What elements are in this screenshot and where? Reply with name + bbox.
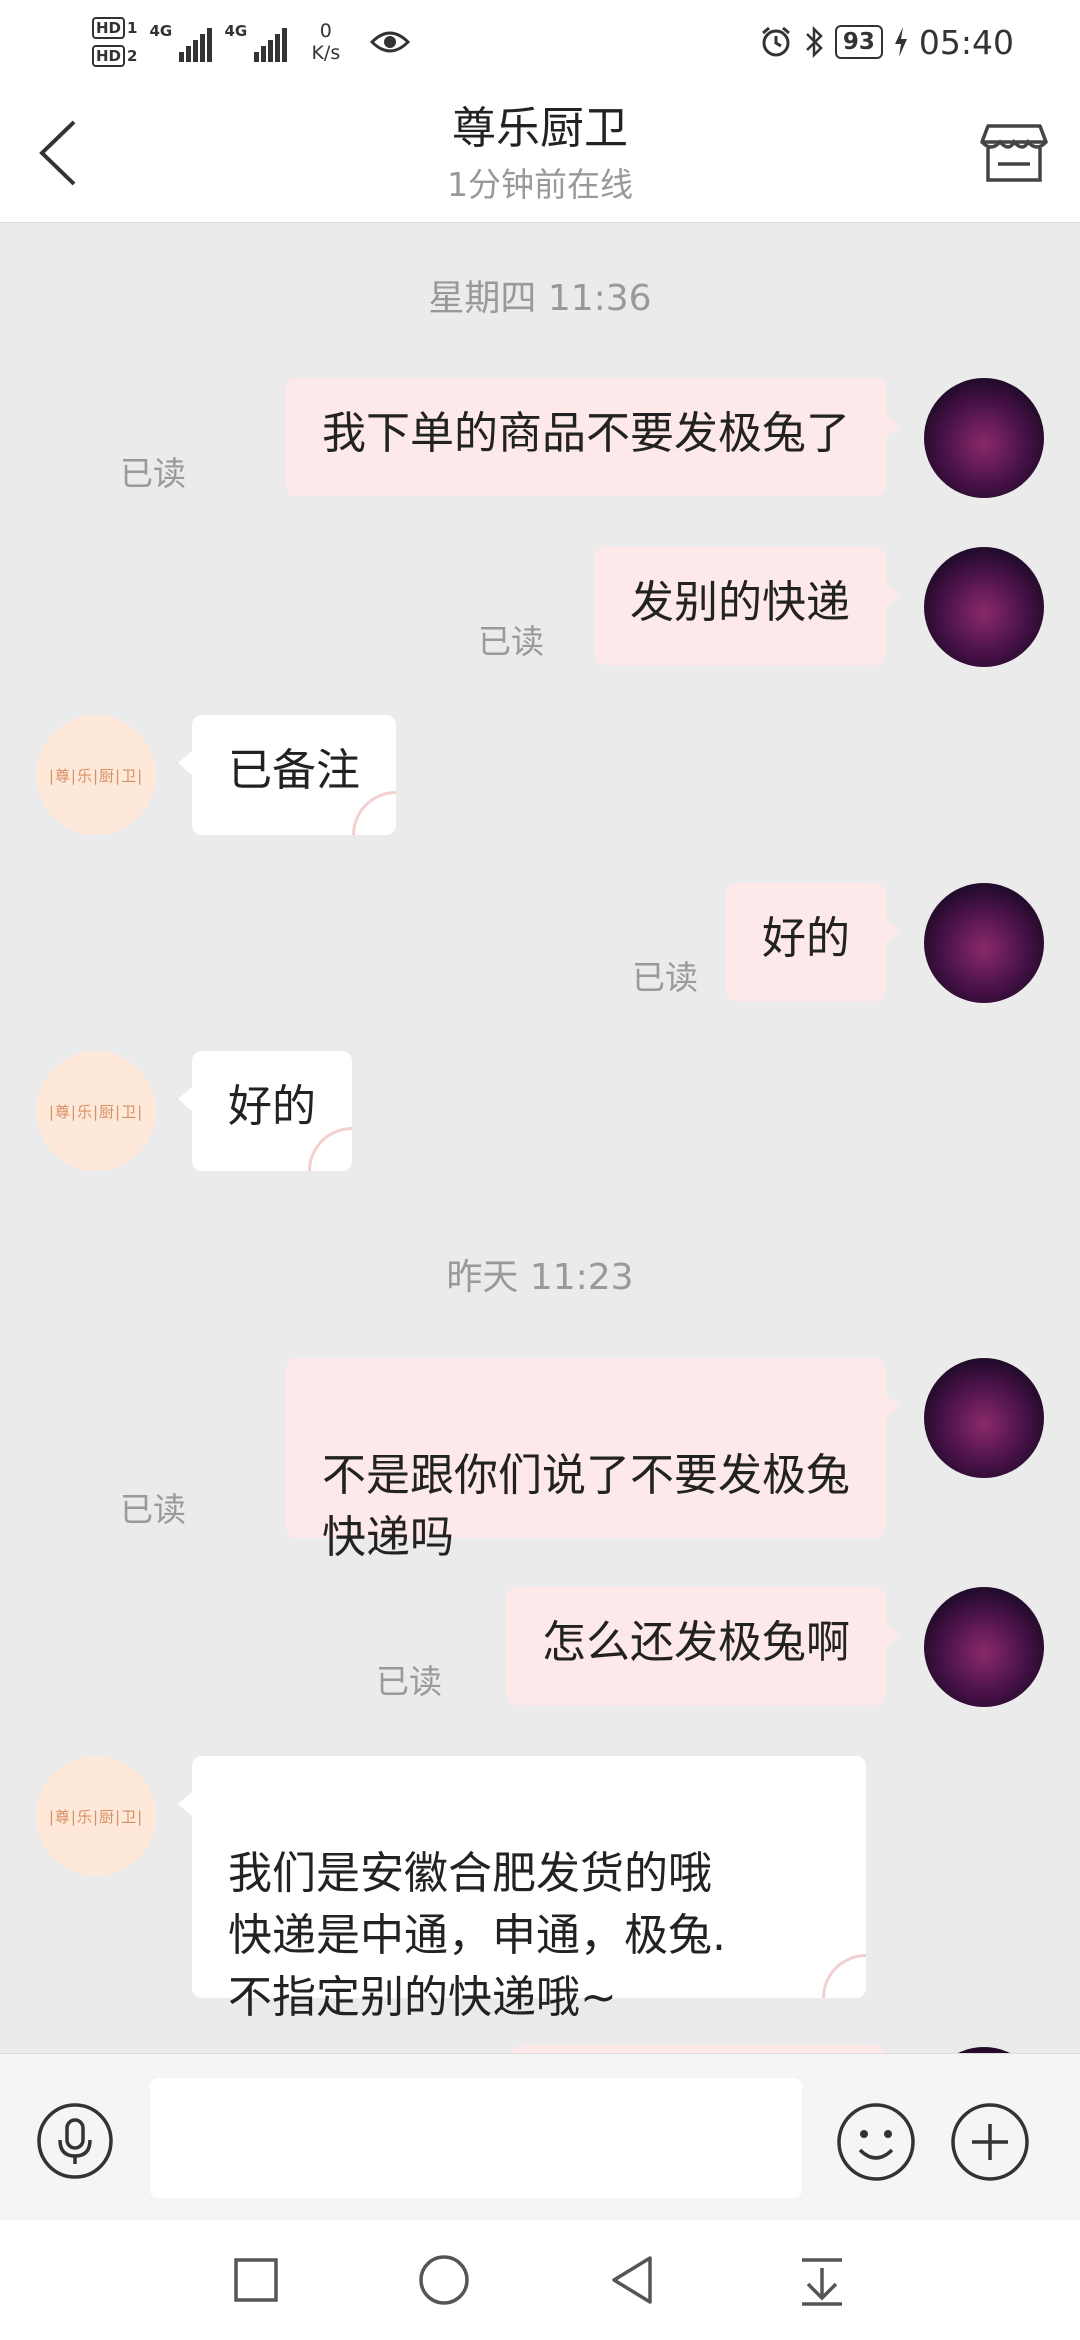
triangle-back-icon[interactable] [604,2252,660,2308]
battery-level: 93 [834,25,883,59]
timestamp: 星期四 11:36 [428,278,652,319]
user-avatar[interactable] [924,883,1044,1003]
shop-logo-text: |尊|乐|厨|卫| [48,766,144,785]
message-text: 发别的快递 [630,577,850,628]
online-status: 1分钟前在线 [447,165,633,204]
user-avatar[interactable] [924,547,1044,667]
read-receipt: 已读 [120,1490,186,1529]
sim-indicators: HD 1 HD 2 [92,17,137,67]
message-text: 好的 [762,913,850,964]
message-text: 怎么还发极兔啊 [542,1617,850,1668]
clock: 05:40 [918,22,1014,62]
status-bar: HD 1 HD 2 4G 4G 0 K/s 93 05:40 [0,0,1080,80]
message-bubble-outgoing[interactable]: 发别的快递 [594,547,900,665]
status-right: 93 05:40 [759,16,1014,68]
square-icon[interactable] [228,2252,284,2308]
circle-icon[interactable] [416,2252,472,2308]
shop-avatar[interactable]: |尊|乐|厨|卫| [36,1051,156,1171]
message-bubble-outgoing[interactable]: 我下单的商品不要发极兔了 [286,378,900,496]
store-icon[interactable] [978,116,1050,188]
eye-icon [370,31,411,53]
read-receipt: 已读 [376,1662,442,1701]
timestamp: 昨天 11:23 [446,1257,634,1298]
status-left: HD 1 HD 2 4G 4G 0 K/s [92,12,411,72]
microphone-icon[interactable] [36,2102,114,2180]
user-avatar[interactable] [924,1587,1044,1707]
pin-badge-icon [822,1954,866,1998]
message-text: 不是跟你们说了不要发极兔 快递吗 [322,1450,850,1563]
message-text: 我们是安徽合肥发货的哦 快递是中通，申通，极兔. 不指定别的快递哦~ [228,1848,726,2023]
read-receipt: 已读 [120,454,186,493]
shop-logo-text: |尊|乐|厨|卫| [48,1807,144,1826]
pin-badge-icon [308,1127,352,1171]
signal-icon: 4G [149,22,213,62]
shop-avatar[interactable]: |尊|乐|厨|卫| [36,1756,156,1876]
plus-icon[interactable] [950,2102,1030,2182]
message-bubble-outgoing[interactable] [512,2045,886,2053]
notification-pull-icon[interactable] [794,2252,850,2308]
alarm-icon [761,26,790,57]
message-text: 已备注 [228,745,360,796]
chat-header: 尊乐厨卫 1分钟前在线 [0,80,1080,223]
shop-logo-text: |尊|乐|厨|卫| [48,1102,144,1121]
user-avatar[interactable] [924,1358,1044,1478]
chat-message-list[interactable]: 星期四 11:36 我下单的商品不要发极兔了 已读 发别的快递 已读 |尊|乐|… [0,223,1080,2053]
read-receipt: 已读 [632,958,698,997]
message-input-bar [0,2053,1080,2220]
charging-icon [894,27,907,57]
message-bubble-incoming[interactable]: 好的 [178,1051,352,1171]
sim1-indicator: HD 1 [92,17,137,39]
page-title: 尊乐厨卫 [452,103,628,154]
bluetooth-icon [805,25,823,59]
smiley-icon[interactable] [836,2102,916,2182]
message-text: 我下单的商品不要发极兔了 [322,408,850,459]
message-text: 好的 [228,1081,316,1132]
sim2-indicator: HD 2 [92,45,137,67]
system-nav-bar [0,2220,1080,2340]
signal-icon: 4G [224,22,288,62]
pin-badge-icon [352,791,396,835]
network-speed: 0 K/s [311,20,341,64]
message-bubble-incoming[interactable]: 已备注 [178,715,396,835]
shop-avatar[interactable]: |尊|乐|厨|卫| [36,715,156,835]
read-receipt: 已读 [478,622,544,661]
message-bubble-outgoing[interactable]: 怎么还发极兔啊 [506,1587,900,1705]
message-input[interactable] [150,2078,802,2198]
message-bubble-incoming[interactable]: 我们是安徽合肥发货的哦 快递是中通，申通，极兔. 不指定别的快递哦~ [178,1756,866,2023]
user-avatar[interactable] [924,378,1044,498]
message-bubble-outgoing[interactable]: 不是跟你们说了不要发极兔 快递吗 [286,1358,900,1563]
message-bubble-outgoing[interactable]: 好的 [726,883,900,1001]
